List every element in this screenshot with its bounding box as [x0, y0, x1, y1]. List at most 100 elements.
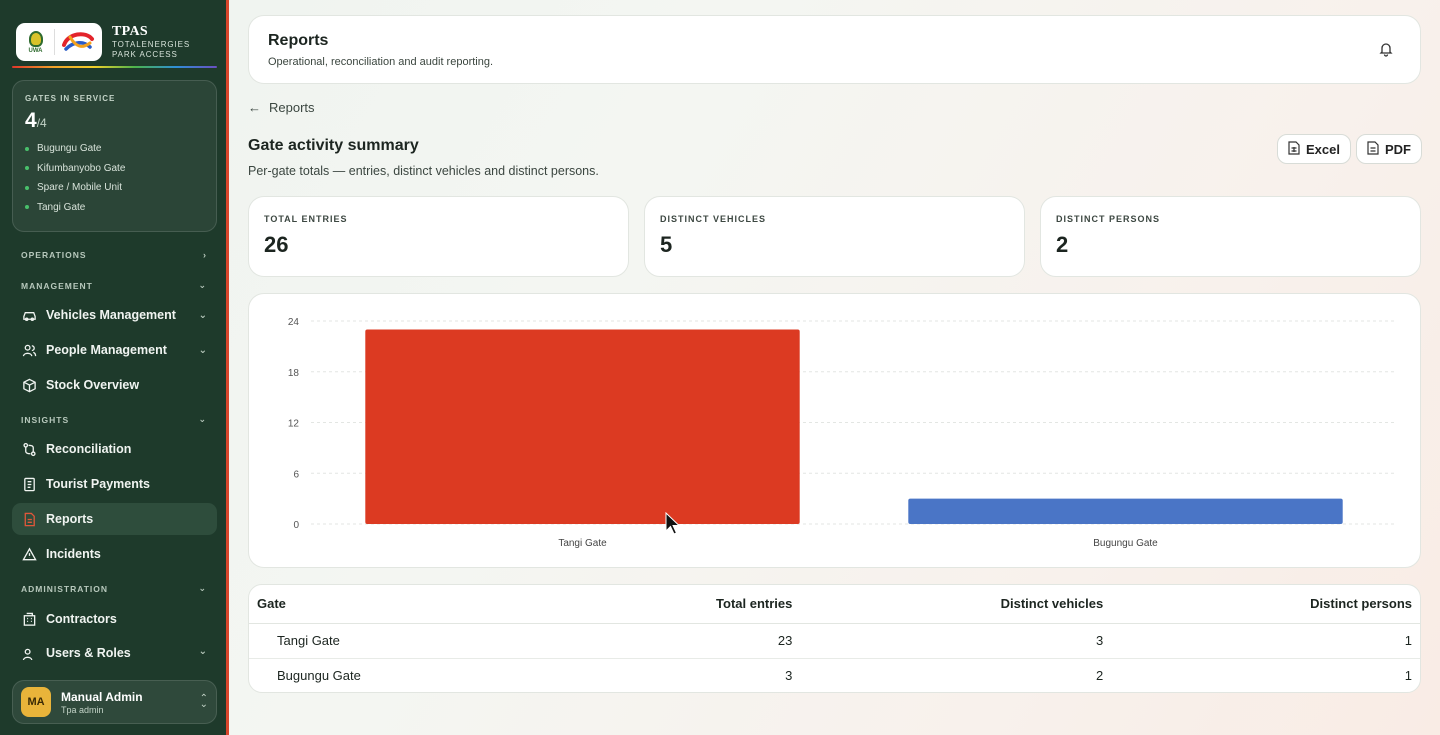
- kpi-total-entries: TOTAL ENTRIES 26: [248, 196, 629, 277]
- x-tick-label: Tangi Gate: [558, 538, 607, 549]
- building-icon: [21, 611, 37, 627]
- sidebar: UWA TPAS TOTALENERGIES PARK ACCESS GATES…: [0, 0, 229, 735]
- chevron-down-icon: ⌄: [198, 583, 207, 593]
- brand-logos: UWA: [16, 23, 102, 61]
- user-role: Tpa admin: [61, 704, 104, 715]
- kpi-label: DISTINCT VEHICLES: [660, 214, 767, 224]
- mouse-cursor-icon: [665, 512, 681, 535]
- user-name: Manual Admin: [61, 689, 143, 704]
- section-management[interactable]: MANAGEMENT ⌄: [21, 280, 207, 291]
- gates-in-service-card: GATES IN SERVICE 4/4 Bugungu Gate Kifumb…: [12, 80, 217, 232]
- cell-distinct-persons: 1: [1404, 668, 1412, 684]
- gate-summary-table: Gate Total entries Distinct vehicles Dis…: [248, 584, 1421, 693]
- uwa-logo-icon: UWA: [23, 27, 49, 57]
- bell-icon[interactable]: [1378, 41, 1394, 62]
- section-administration[interactable]: ADMINISTRATION ⌄: [21, 583, 207, 594]
- chevron-down-icon: ⌄: [198, 280, 207, 290]
- bar-chart: 0 6 12 18 24 Tangi Gate Bugungu Gate: [288, 317, 1397, 549]
- car-icon: [21, 307, 37, 323]
- column-header-total-entries: Total entries: [563, 585, 801, 624]
- cell-gate: Bugungu Gate: [277, 668, 361, 684]
- page-subtitle: Operational, reconciliation and audit re…: [268, 56, 494, 68]
- x-tick-label: Bugungu Gate: [1093, 538, 1158, 549]
- gate-activity-chart: 0 6 12 18 24 Tangi Gate Bugungu Gate: [248, 293, 1421, 568]
- kpi-distinct-persons: DISTINCT PERSONS 2: [1040, 196, 1421, 277]
- y-tick-label: 24: [288, 317, 300, 328]
- brand[interactable]: UWA TPAS TOTALENERGIES PARK ACCESS: [16, 16, 216, 68]
- nav-stock-overview[interactable]: Stock Overview: [12, 369, 217, 401]
- nav-vehicles-management[interactable]: Vehicles Management ⌄: [12, 299, 217, 331]
- cell-distinct-vehicles: 3: [800, 623, 1112, 659]
- section-subtitle: Per-gate totals — entries, distinct vehi…: [248, 164, 599, 178]
- users-icon: [21, 342, 37, 358]
- file-text-icon: [1367, 140, 1379, 158]
- gate-list: Bugungu Gate Kifumbanyobo Gate Spare / M…: [25, 139, 204, 217]
- receipt-icon: [21, 476, 37, 492]
- back-link[interactable]: ← Reports: [248, 100, 315, 115]
- page-header: Reports Operational, reconciliation and …: [248, 15, 1421, 84]
- bar-bugungu-gate: [908, 498, 1343, 524]
- y-tick-label: 18: [288, 368, 300, 379]
- kpi-distinct-vehicles: DISTINCT VEHICLES 5: [644, 196, 1025, 277]
- brand-subtitle-2: PARK ACCESS: [112, 50, 178, 59]
- brand-title: TPAS: [112, 24, 148, 39]
- kpi-value: 26: [264, 232, 289, 257]
- chevron-down-icon: ⌄: [198, 414, 207, 424]
- chevrons-up-down-icon: ⌃ ⌄: [199, 693, 208, 710]
- kpi-value: 5: [660, 232, 673, 257]
- gates-count: 4/4: [25, 109, 47, 132]
- nav-reports[interactable]: Reports: [12, 503, 217, 535]
- table-row[interactable]: Tangi Gate 23 3 1: [249, 623, 1420, 659]
- y-tick-label: 6: [293, 469, 299, 480]
- section-insights[interactable]: INSIGHTS ⌄: [21, 414, 207, 425]
- cell-total-entries: 23: [563, 623, 801, 659]
- column-header-distinct-persons: Distinct persons: [1111, 585, 1420, 624]
- cell-distinct-persons: 1: [1111, 623, 1420, 659]
- y-tick-label: 0: [293, 520, 299, 531]
- gate-item: Kifumbanyobo Gate: [25, 159, 204, 179]
- column-header-gate: Gate: [249, 585, 564, 624]
- cell-gate: Tangi Gate: [249, 623, 564, 659]
- export-pdf-button[interactable]: PDF: [1356, 134, 1422, 164]
- file-spreadsheet-icon: [1288, 140, 1300, 158]
- chevron-down-icon: ⌄: [198, 646, 207, 657]
- column-header-distinct-vehicles: Distinct vehicles: [800, 585, 1112, 624]
- gate-item: Tangi Gate: [25, 198, 204, 218]
- gate-item: Bugungu Gate: [25, 139, 204, 159]
- kpi-value: 2: [1056, 232, 1069, 257]
- cell-distinct-vehicles: 2: [1096, 668, 1104, 684]
- user-menu[interactable]: MA Manual Admin Tpa admin ⌃ ⌄: [12, 680, 217, 724]
- package-icon: [21, 377, 37, 393]
- uwa-logo-text: UWA: [28, 47, 43, 54]
- section-title: Gate activity summary: [248, 137, 419, 154]
- cell-total-entries: 3: [785, 668, 793, 684]
- chevron-right-icon: ›: [203, 250, 207, 260]
- totalenergies-logo-icon: [61, 32, 94, 51]
- status-dot-icon: [25, 166, 29, 171]
- arrow-left-icon: ←: [248, 100, 261, 115]
- y-tick-label: 12: [288, 419, 300, 430]
- chevron-down-icon: ⌄: [198, 309, 207, 321]
- nav-contractors[interactable]: Contractors: [12, 603, 217, 635]
- status-dot-icon: [25, 146, 29, 151]
- nav-users-roles[interactable]: Users & Roles ⌄: [12, 638, 217, 660]
- table-row[interactable]: Bugungu Gate 3 2 1: [249, 658, 1420, 692]
- gates-label: GATES IN SERVICE: [25, 94, 116, 103]
- gate-item: Spare / Mobile Unit: [25, 178, 204, 198]
- chevron-down-icon: ⌄: [198, 344, 207, 356]
- nav-tourist-payments[interactable]: Tourist Payments: [12, 468, 217, 500]
- brand-divider: [12, 66, 217, 68]
- brand-subtitle-1: TOTALENERGIES: [112, 40, 191, 49]
- status-dot-icon: [25, 205, 29, 210]
- table-header-row: Gate Total entries Distinct vehicles Dis…: [249, 585, 1420, 624]
- nav-people-management[interactable]: People Management ⌄: [12, 334, 217, 366]
- kpi-label: TOTAL ENTRIES: [264, 214, 348, 224]
- section-operations[interactable]: OPERATIONS ›: [21, 250, 207, 260]
- export-excel-button[interactable]: Excel: [1277, 134, 1351, 164]
- nav-incidents[interactable]: Incidents: [12, 538, 217, 570]
- avatar: MA: [21, 687, 51, 717]
- nav-reconciliation[interactable]: Reconciliation: [12, 433, 217, 465]
- kpi-label: DISTINCT PERSONS: [1056, 214, 1161, 224]
- status-dot-icon: [25, 185, 29, 190]
- users-icon: [21, 646, 37, 660]
